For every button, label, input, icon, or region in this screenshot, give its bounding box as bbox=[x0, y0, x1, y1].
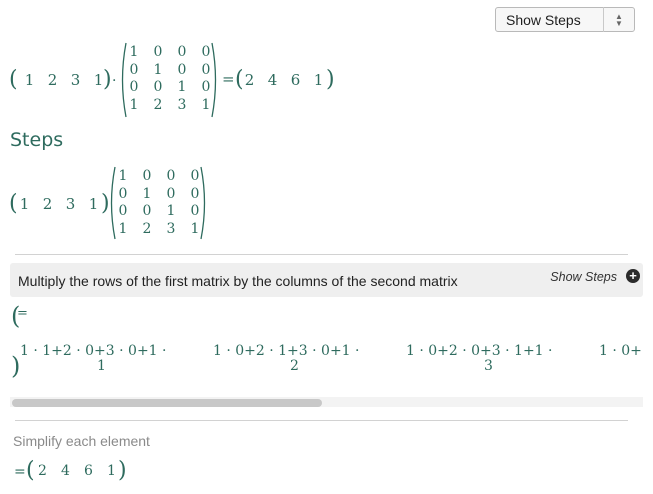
matrix-entry: 1 bbox=[129, 96, 139, 113]
result-entry: 4 bbox=[61, 463, 70, 479]
expr-item: 1 · 0+2 · 0+3 · 1+1 · bbox=[406, 343, 553, 359]
matrix-entry: 0 bbox=[129, 61, 139, 78]
plus-circle-icon[interactable]: + bbox=[626, 269, 640, 283]
left-paren: ( bbox=[9, 67, 18, 92]
row-vector-entry: 3 bbox=[70, 71, 81, 89]
row-vector-entry: 2 bbox=[42, 195, 53, 213]
transform-matrix: 1 0 0 0 0 1 0 0 0 0 1 0 1 2 3 1 bbox=[111, 168, 207, 238]
result-entry: 2 bbox=[38, 463, 47, 479]
divider bbox=[15, 420, 628, 421]
row-vector-entry: 1 bbox=[24, 71, 35, 89]
show-steps-select[interactable]: Show Steps ▲ ▼ bbox=[495, 7, 635, 32]
matrix-entry: 0 bbox=[118, 185, 128, 202]
result-entry: 6 bbox=[290, 71, 301, 89]
matrix-entry: 0 bbox=[142, 203, 152, 219]
step-show-steps-link[interactable]: Show Steps bbox=[550, 270, 617, 284]
matrix-entry: 0 bbox=[177, 61, 187, 78]
expr-item-sub: 1 bbox=[97, 358, 106, 374]
right-paren: ) bbox=[11, 352, 21, 380]
matrix-right-paren bbox=[200, 166, 206, 240]
matrix-entry: 3 bbox=[166, 220, 176, 237]
matrix-entry: 1 bbox=[142, 185, 152, 202]
result-vector: 2 4 6 1 bbox=[238, 71, 330, 89]
step-multiply-text: Multiply the rows of the first matrix by… bbox=[18, 273, 458, 289]
matrix-entry: 0 bbox=[177, 44, 187, 60]
row-vector: 1 2 3 1 bbox=[13, 195, 105, 213]
expr-item: 1 · 0+ bbox=[599, 343, 642, 359]
result-entry: 4 bbox=[267, 71, 278, 89]
equals-sign: = bbox=[17, 306, 28, 321]
result-entry: 6 bbox=[84, 463, 93, 479]
right-paren: ) bbox=[103, 67, 112, 92]
matrix-entry: 0 bbox=[166, 185, 176, 202]
matrix-entry: 0 bbox=[129, 79, 139, 95]
show-steps-select-value: Show Steps bbox=[506, 11, 581, 28]
simplify-result-vector: 2 4 6 1 bbox=[31, 463, 123, 479]
matrix-entry: 2 bbox=[153, 96, 163, 113]
multiply-dot: · bbox=[112, 73, 117, 89]
matrix-entry: 0 bbox=[153, 79, 163, 95]
expr-item: 1 · 1+2 · 0+3 · 0+1 · bbox=[20, 343, 167, 359]
matrix-entry: 0 bbox=[166, 168, 176, 184]
expr-item: 1 · 0+2 · 1+3 · 0+1 · bbox=[213, 343, 360, 359]
expr-item-sub: 2 bbox=[290, 358, 299, 374]
expr-item-sub: 3 bbox=[484, 358, 493, 374]
row-vector-entry: 2 bbox=[47, 71, 58, 89]
result-right-paren: ) bbox=[326, 67, 335, 92]
matrix-right-paren bbox=[211, 42, 217, 118]
matrix-entry: 0 bbox=[142, 168, 152, 184]
equals-sign: = bbox=[222, 70, 235, 88]
matrix-entry: 1 bbox=[177, 79, 187, 95]
right-paren: ) bbox=[118, 458, 127, 483]
matrix-entry: 0 bbox=[118, 203, 128, 219]
matrix-entry: 1 bbox=[153, 61, 163, 78]
step-multiply-header[interactable]: Multiply the rows of the first matrix by… bbox=[10, 263, 643, 297]
row-vector-entry: 3 bbox=[65, 195, 76, 213]
steps-title: Steps bbox=[10, 129, 64, 151]
matrix-entry: 3 bbox=[177, 96, 187, 113]
matrix-entry: 0 bbox=[153, 44, 163, 60]
matrix-entry: 1 bbox=[166, 203, 176, 219]
divider bbox=[15, 254, 628, 255]
select-arrows-icon: ▲ ▼ bbox=[615, 11, 623, 28]
row-vector-entry: 1 bbox=[19, 195, 30, 213]
matrix-entry: 1 bbox=[118, 220, 128, 237]
step-simplify-text: Simplify each element bbox=[13, 433, 150, 449]
equals-sign: = bbox=[14, 464, 26, 480]
matrix-entry: 2 bbox=[142, 220, 152, 237]
result-entry: 2 bbox=[244, 71, 255, 89]
matrix-entry: 1 bbox=[118, 168, 128, 184]
row-vector: 1 2 3 1 bbox=[18, 71, 110, 89]
matrix-entry: 1 bbox=[129, 44, 139, 60]
scrollbar-thumb[interactable] bbox=[12, 399, 322, 407]
transform-matrix: 1 0 0 0 0 1 0 0 0 0 1 0 1 2 3 1 bbox=[122, 44, 218, 114]
